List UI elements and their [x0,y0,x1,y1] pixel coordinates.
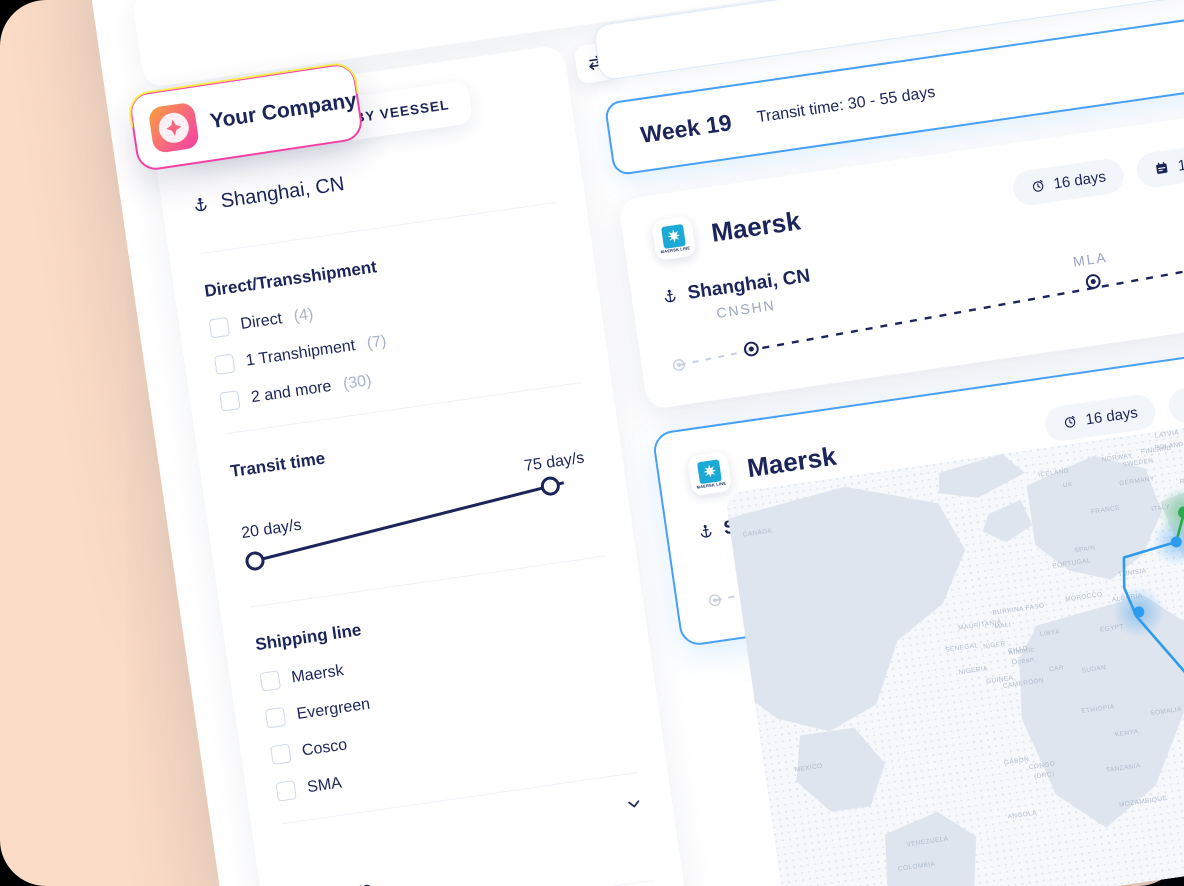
checkbox[interactable] [270,743,292,766]
route-origin-marker [744,341,760,357]
carrier-name: Maersk [745,440,839,483]
route-waypoint-marker [1086,274,1101,289]
card-badges: 16 days [1010,118,1184,207]
carrier: MAERSK LINE Maersk [651,200,803,262]
anchor-icon [697,523,715,541]
week-title: Week 19 [638,108,734,148]
checkbox[interactable] [259,670,282,692]
brand-name: Your Company [208,88,359,134]
origin-value: Shanghai, CN [219,172,346,213]
transit-time-max-label: 75 day/s [523,449,586,476]
anchor-icon [191,195,210,214]
filters-panel: BY POINT BY VEESSEL [147,44,692,886]
clock-icon [1062,414,1078,430]
slider-handle-max[interactable] [539,475,562,497]
anchor-icon [661,288,679,306]
checkbox[interactable] [208,316,231,339]
slider-handle-min[interactable] [244,550,266,572]
checkbox[interactable] [213,353,236,376]
screenshot-stage: Tools Services References Company Integr… [0,0,1184,886]
calendar-icon [1154,160,1170,176]
week-subtitle: Transit time: 30 - 55 days [755,83,937,127]
option-label: Maersk [290,661,345,686]
maersk-logo-icon: MAERSK LINE [651,215,697,262]
dates-badge: 18 May 2021 — 30 Jun 2021 [1134,118,1184,189]
tab-by-vessel-label: BY VEESSEL [353,97,451,126]
card-badges: 16 days [1042,354,1184,443]
clock-icon [1030,178,1046,194]
route-waypoint-code: MLA [1071,248,1109,270]
checkbox[interactable] [264,706,287,729]
maersk-logo-icon: MAERSK LINE [687,451,733,497]
checkbox[interactable] [219,390,241,412]
maersk-star-icon [660,223,686,249]
option-label: 1 Transhipment [244,336,357,370]
option-count: (30) [341,371,373,393]
carrier-name: Maersk [709,204,803,248]
maersk-star-icon [696,458,722,484]
option-count: (4) [292,305,315,325]
duration-badge: 16 days [1010,156,1127,207]
option-label: Evergreen [295,695,372,723]
option-label: SMA [306,773,343,796]
option-label: Direct [239,309,284,333]
duration-value: 16 days [1052,167,1107,193]
duration-value: 16 days [1084,403,1139,428]
dates-badge: 18 May 2021 — 30 Jun 2021 [1166,354,1184,425]
transit-time-min-label: 20 day/s [240,516,303,543]
option-count: (7) [365,332,388,352]
brand-logo-icon [147,101,200,154]
checkbox[interactable] [275,780,297,802]
sparkle-icon [156,110,191,145]
option-label: Cosco [300,735,349,760]
option-label: 2 and more [249,377,333,406]
svg-text:UK: UK [1063,481,1074,489]
chevron-down-icon [625,795,643,813]
dates-value: 18 May 2021 — 30 Jun 2021 [1176,130,1184,175]
